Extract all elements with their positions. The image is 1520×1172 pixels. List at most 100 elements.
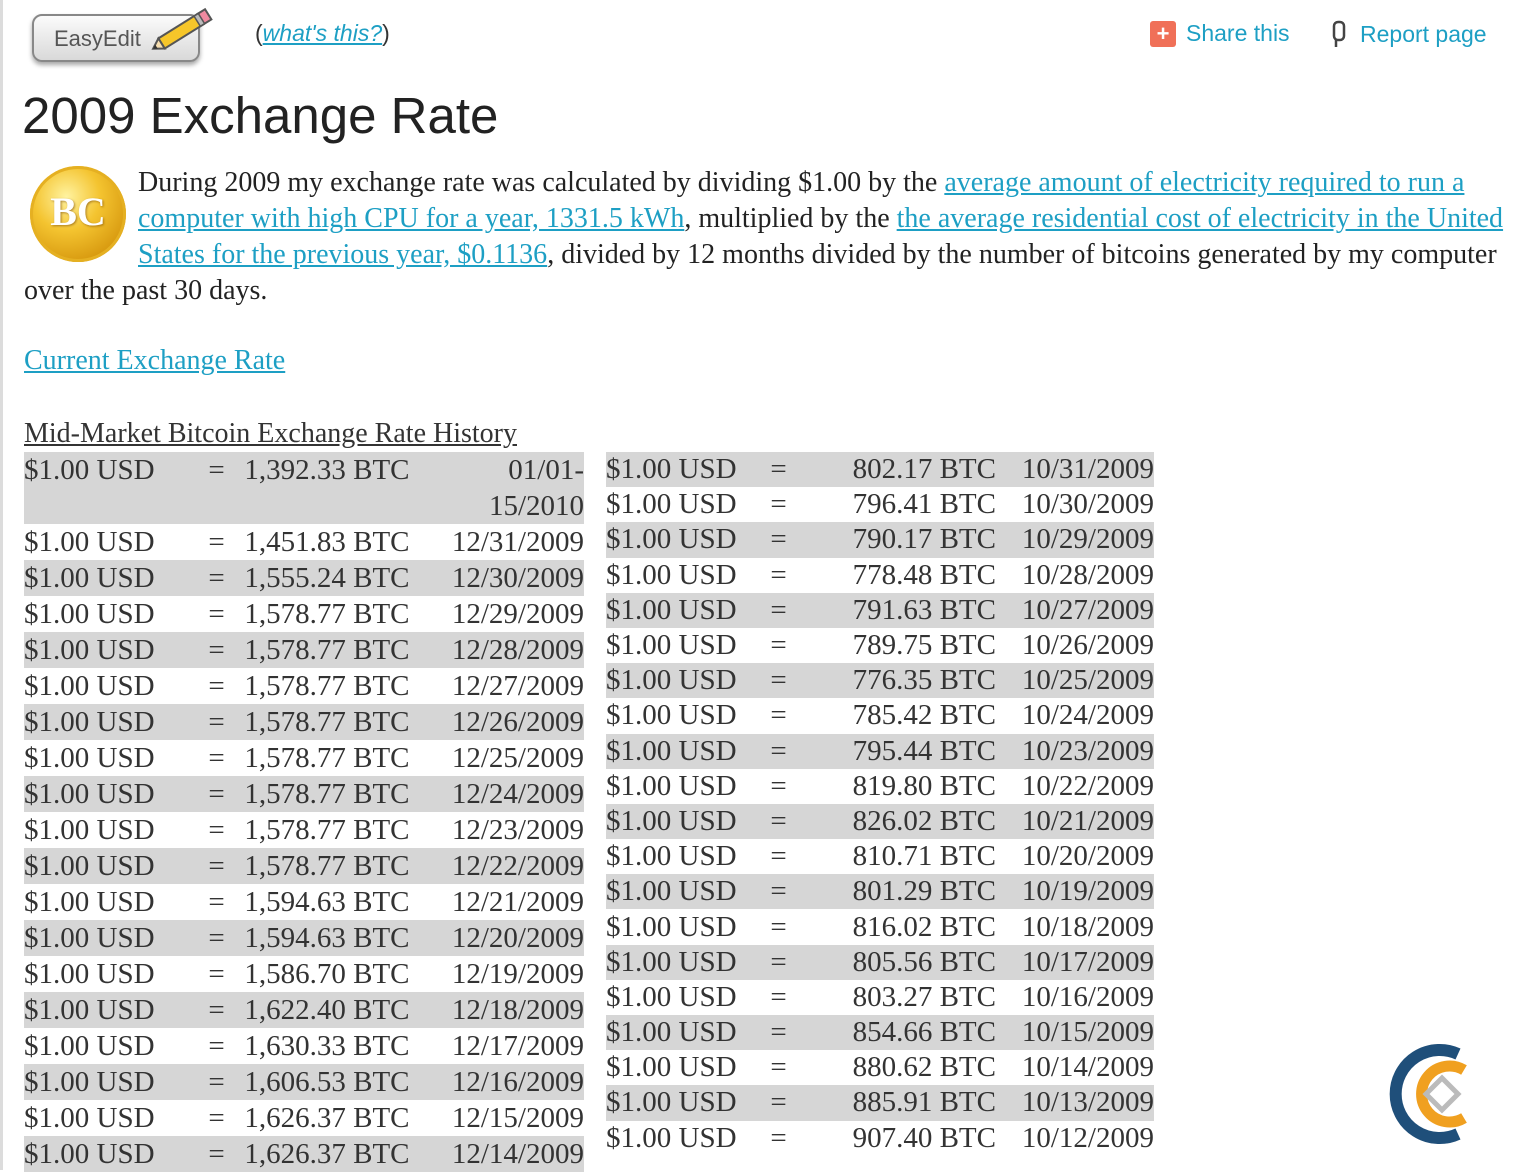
cell-date: 12/28/2009	[444, 632, 584, 668]
table-row: $1.00 USD = 1,578.77 BTC 12/26/2009	[24, 704, 584, 740]
report-page-button[interactable]: Report page	[1330, 20, 1487, 48]
cell-date: 12/21/2009	[451, 886, 584, 918]
cell-btc: 1,578.77 BTC	[244, 848, 445, 884]
cell-usd: $1.00 USD	[24, 1136, 189, 1172]
cell-date: 10/17/2009	[996, 944, 1154, 980]
table-row: $1.00 USD = 1,586.70 BTC 12/19/2009	[24, 956, 584, 992]
cell-date: 12/22/2009	[444, 848, 584, 884]
cell-date: 12/19/2009	[451, 958, 584, 990]
cell-btc: 1,578.77 BTC	[244, 776, 445, 812]
cell-eq: =	[188, 848, 245, 884]
table-row: $1.00 USD = 1,578.77 BTC 12/29/2009	[24, 596, 584, 632]
cell-btc: 1,630.33 BTC	[244, 1030, 410, 1062]
cell-eq: =	[746, 1015, 811, 1051]
table-row: $1.00 USD = 1,578.77 BTC 12/23/2009	[24, 812, 584, 848]
cell-date: 10/29/2009	[996, 522, 1154, 558]
cell-usd: $1.00 USD	[606, 944, 746, 980]
cell-usd: $1.00 USD	[24, 670, 155, 702]
table-row: $1.00 USD = 1,578.77 BTC 12/22/2009	[24, 848, 584, 884]
cell-eq: =	[188, 1136, 245, 1172]
cell-eq: =	[770, 910, 787, 943]
table-row: $1.00 USD = 778.48 BTC 10/28/2009	[606, 558, 1154, 593]
cell-btc: 1,451.83 BTC	[244, 526, 410, 558]
cell-usd: $1.00 USD	[606, 840, 737, 873]
cell-eq: =	[208, 958, 225, 990]
whats-this-link[interactable]: what's this?	[263, 20, 382, 46]
table-row: $1.00 USD = 826.02 BTC 10/21/2009	[606, 803, 1154, 840]
cell-date: 10/31/2009	[996, 452, 1154, 488]
cell-usd: $1.00 USD	[24, 452, 189, 524]
cell-eq: =	[188, 776, 245, 812]
cell-eq: =	[770, 1121, 787, 1154]
cell-date: 12/18/2009	[444, 992, 584, 1028]
whats-this-help: (what's this?)	[255, 20, 390, 46]
cell-btc: 789.75 BTC	[852, 629, 996, 662]
cell-date: 12/23/2009	[451, 814, 584, 846]
table-row: $1.00 USD = 819.80 BTC 10/22/2009	[606, 769, 1154, 804]
cell-btc: 795.44 BTC	[811, 733, 996, 769]
page-title: 2009 Exchange Rate	[22, 87, 499, 144]
cell-usd: $1.00 USD	[24, 848, 189, 884]
table-row: $1.00 USD = 1,392.33 BTC 01/01- 15/2010	[24, 452, 584, 524]
cell-btc: 802.17 BTC	[811, 452, 996, 488]
cell-eq: =	[188, 560, 245, 596]
cell-btc: 819.80 BTC	[852, 769, 996, 802]
table-row: $1.00 USD = 1,630.33 BTC 12/17/2009	[24, 1028, 584, 1064]
easyedit-label: EasyEdit	[54, 26, 141, 51]
cell-usd: $1.00 USD	[606, 1015, 746, 1051]
page-left-border	[0, 0, 3, 1170]
current-exchange-rate-link[interactable]: Current Exchange Rate	[24, 345, 285, 377]
table-row: $1.00 USD = 802.17 BTC 10/31/2009	[606, 452, 1154, 488]
cell-usd: $1.00 USD	[606, 699, 737, 732]
cell-usd: $1.00 USD	[606, 629, 737, 662]
cell-usd: $1.00 USD	[606, 452, 746, 488]
cell-date: 10/18/2009	[1021, 910, 1154, 943]
pencil-icon	[151, 7, 213, 50]
table-row: $1.00 USD = 796.41 BTC 10/30/2009	[606, 487, 1154, 522]
cell-usd: $1.00 USD	[24, 704, 189, 740]
cell-usd: $1.00 USD	[606, 1051, 737, 1084]
cell-date: 12/30/2009	[444, 560, 584, 596]
cell-date: 12/26/2009	[444, 704, 584, 740]
cell-eq: =	[770, 629, 787, 662]
cell-eq: =	[188, 920, 245, 956]
cell-usd: $1.00 USD	[606, 980, 737, 1013]
cell-date: 12/14/2009	[444, 1136, 584, 1172]
cell-date: 10/15/2009	[996, 1015, 1154, 1051]
table-row: $1.00 USD = 1,555.24 BTC 12/30/2009	[24, 560, 584, 596]
cell-btc: 826.02 BTC	[811, 803, 996, 840]
cell-date: 12/27/2009	[451, 670, 584, 702]
cell-date: 10/27/2009	[996, 592, 1154, 628]
cell-btc: 776.35 BTC	[811, 663, 996, 699]
cell-usd: $1.00 USD	[606, 874, 746, 910]
table-row: $1.00 USD = 1,578.77 BTC 12/28/2009	[24, 632, 584, 668]
cell-eq: =	[746, 733, 811, 769]
cell-date: 10/12/2009	[1021, 1121, 1154, 1154]
cell-btc: 810.71 BTC	[852, 840, 996, 873]
cell-eq: =	[208, 742, 225, 774]
cell-date: 10/21/2009	[996, 803, 1154, 840]
cell-usd: $1.00 USD	[24, 1064, 189, 1100]
cell-eq: =	[208, 886, 225, 918]
share-this-button[interactable]: + Share this	[1150, 20, 1290, 47]
table-row: $1.00 USD = 1,606.53 BTC 12/16/2009	[24, 1064, 584, 1100]
cell-usd: $1.00 USD	[24, 992, 189, 1028]
rate-history-table-left: $1.00 USD = 1,392.33 BTC 01/01- 15/2010 $1.0…	[24, 452, 584, 1172]
cell-eq: =	[746, 522, 811, 558]
cell-btc: 796.41 BTC	[852, 488, 996, 521]
table-row: $1.00 USD = 791.63 BTC 10/27/2009	[606, 592, 1154, 628]
brand-logo-icon[interactable]	[1388, 1040, 1488, 1148]
cell-btc: 790.17 BTC	[811, 522, 996, 558]
cell-btc: 880.62 BTC	[852, 1051, 996, 1084]
cell-eq: =	[746, 874, 811, 910]
cell-btc: 1,578.77 BTC	[244, 704, 445, 740]
cell-date: 12/31/2009	[451, 526, 584, 558]
cell-eq: =	[746, 803, 811, 840]
cell-usd: $1.00 USD	[24, 526, 155, 558]
cell-usd: $1.00 USD	[606, 488, 737, 521]
cell-date: 10/28/2009	[1021, 558, 1154, 591]
table-row: $1.00 USD = 790.17 BTC 10/29/2009	[606, 522, 1154, 558]
cell-usd: $1.00 USD	[24, 776, 189, 812]
cell-date: 10/30/2009	[1021, 488, 1154, 521]
cell-btc: 1,594.63 BTC	[244, 886, 410, 918]
